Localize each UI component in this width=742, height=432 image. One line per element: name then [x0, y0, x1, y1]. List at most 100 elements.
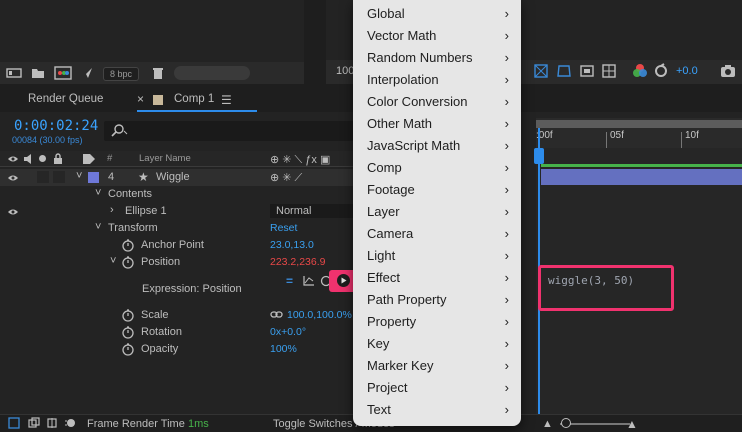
- bpc-button[interactable]: 8 bpc: [103, 67, 140, 81]
- stopwatch-icon[interactable]: [122, 326, 134, 339]
- cti-head[interactable]: [534, 148, 544, 164]
- menu-item-color-conversion[interactable]: Color Conversion ›: [353, 91, 521, 113]
- new-folder-icon[interactable]: [31, 67, 45, 79]
- layer-name[interactable]: Wiggle: [156, 171, 190, 183]
- reset-link[interactable]: Reset: [270, 222, 297, 234]
- stopwatch-icon[interactable]: [122, 256, 134, 269]
- layer-name-column-header[interactable]: Layer Name: [139, 153, 191, 164]
- zoom-dropdown[interactable]: 100: [336, 65, 354, 77]
- anchor-point-value[interactable]: 23.0,13.0: [270, 239, 314, 251]
- menu-item-camera[interactable]: Camera ›: [353, 223, 521, 245]
- scale-row[interactable]: Scale 100.0,100.0%: [0, 307, 354, 324]
- chevron-right-icon: ›: [504, 28, 509, 43]
- motion-blur-icon[interactable]: [64, 417, 76, 429]
- reset-exposure-icon[interactable]: [654, 63, 668, 79]
- anchor-point-row[interactable]: Anchor Point 23.0,13.0: [0, 237, 354, 254]
- menu-item-key[interactable]: Key ›: [353, 333, 521, 355]
- zoom-slider-thumb[interactable]: [561, 418, 571, 428]
- scale-value[interactable]: 100.0,100.0%: [287, 309, 352, 321]
- tab-render-queue[interactable]: Render Queue: [28, 93, 103, 105]
- trash-icon[interactable]: [152, 66, 164, 80]
- rotation-row[interactable]: Rotation 0x+0.0°: [0, 324, 354, 341]
- comp-flowchart-icon[interactable]: [8, 417, 20, 429]
- expression-text[interactable]: wiggle(3, 50): [548, 274, 634, 287]
- interpret-footage-icon[interactable]: [6, 67, 22, 79]
- tab-comp-1[interactable]: Comp 1: [174, 93, 214, 105]
- label-color-swatch[interactable]: [88, 172, 99, 183]
- graph-icon[interactable]: [303, 275, 315, 286]
- blend-mode-dropdown[interactable]: Normal: [270, 204, 354, 218]
- new-composition-icon[interactable]: [54, 66, 72, 80]
- chevron-down-icon[interactable]: ˅: [76, 170, 82, 182]
- zoom-in-mountain-icon[interactable]: ▲: [626, 417, 638, 431]
- ellipse-row[interactable]: › Ellipse 1 Normal: [0, 203, 354, 220]
- modes-icon[interactable]: [28, 417, 40, 429]
- transform-row[interactable]: ˅ Transform Reset: [0, 220, 354, 237]
- rotation-value[interactable]: 0x+0.0°: [270, 326, 306, 338]
- current-time-display[interactable]: 0:00:02:24: [14, 118, 98, 134]
- chevron-down-icon[interactable]: ˅: [95, 187, 101, 199]
- region-of-interest-icon[interactable]: [580, 64, 594, 78]
- menu-item-interpolation[interactable]: Interpolation ›: [353, 69, 521, 91]
- stopwatch-icon[interactable]: [122, 239, 134, 252]
- thumbnail-slider[interactable]: [174, 66, 250, 80]
- menu-item-comp[interactable]: Comp ›: [353, 157, 521, 179]
- constrain-proportions-link-icon[interactable]: [270, 310, 284, 320]
- layer-switches-icons[interactable]: ⊕ ✳ ⟋: [270, 171, 302, 185]
- opacity-value[interactable]: 100%: [270, 343, 297, 355]
- menu-item-label: Other Math: [367, 116, 433, 131]
- layer-search-input[interactable]: [104, 121, 354, 141]
- render-icon[interactable]: [80, 66, 94, 80]
- menu-item-vector-math[interactable]: Vector Math ›: [353, 25, 521, 47]
- menu-item-other-math[interactable]: Other Math ›: [353, 113, 521, 135]
- contents-row[interactable]: ˅ Contents: [0, 186, 354, 203]
- menu-item-light[interactable]: Light ›: [353, 245, 521, 267]
- position-row[interactable]: ˅ Position 223.2,236.9: [0, 254, 354, 271]
- zoom-out-mountain-icon[interactable]: ▲: [542, 418, 553, 430]
- work-area-bar[interactable]: [536, 120, 742, 128]
- video-visibility-icon[interactable]: [7, 173, 19, 183]
- menu-item-project[interactable]: Project ›: [353, 377, 521, 399]
- expression-field-highlight[interactable]: [538, 265, 674, 311]
- menu-item-marker-key[interactable]: Marker Key ›: [353, 355, 521, 377]
- shape-layer-star-icon: ★: [138, 170, 149, 184]
- chevron-right-icon: ›: [504, 336, 509, 351]
- layer-row-wiggle[interactable]: ˅ 4 ★ Wiggle ⊕ ✳ ⟋: [0, 169, 354, 186]
- chevron-right-icon: ›: [504, 182, 509, 197]
- guides-icon[interactable]: [602, 64, 616, 78]
- chevron-down-icon[interactable]: ˅: [110, 255, 116, 267]
- opacity-row[interactable]: Opacity 100%: [0, 341, 354, 358]
- position-value[interactable]: 223.2,236.9: [270, 256, 325, 268]
- menu-item-effect[interactable]: Effect ›: [353, 267, 521, 289]
- tab-menu-icon[interactable]: ☰: [221, 93, 232, 107]
- menu-item-layer[interactable]: Layer ›: [353, 201, 521, 223]
- stopwatch-icon[interactable]: [122, 309, 134, 322]
- expression-enable-icon[interactable]: =: [286, 274, 293, 288]
- menu-item-global[interactable]: Global ›: [353, 3, 521, 25]
- mask-visibility-icon[interactable]: [556, 64, 572, 78]
- stopwatch-icon[interactable]: [122, 343, 134, 356]
- project-toolbar: 8 bpc: [0, 62, 304, 84]
- solo-switch[interactable]: [37, 171, 49, 183]
- chevron-right-icon: ›: [504, 6, 509, 21]
- layer-duration-bar[interactable]: [541, 169, 742, 185]
- transparency-grid-icon[interactable]: [534, 64, 548, 78]
- chevron-down-icon[interactable]: ˅: [95, 221, 101, 233]
- menu-item-javascript-math[interactable]: JavaScript Math ›: [353, 135, 521, 157]
- menu-item-property[interactable]: Property ›: [353, 311, 521, 333]
- snapshot-camera-icon[interactable]: [720, 64, 736, 78]
- close-tab-icon[interactable]: ×: [137, 92, 144, 106]
- menu-item-text[interactable]: Text ›: [353, 399, 521, 421]
- menu-item-random-numbers[interactable]: Random Numbers ›: [353, 47, 521, 69]
- menu-item-path-property[interactable]: Path Property ›: [353, 289, 521, 311]
- channel-icon[interactable]: [632, 63, 648, 79]
- group-visibility-icon[interactable]: [7, 207, 19, 217]
- chevron-right-icon[interactable]: ›: [110, 204, 114, 216]
- graph-editor-icon[interactable]: [46, 417, 58, 429]
- exposure-value[interactable]: +0.0: [676, 65, 698, 77]
- expression-row[interactable]: = Expression: Position: [0, 270, 358, 297]
- menu-item-label: Random Numbers: [367, 50, 473, 65]
- menu-item-label: Marker Key: [367, 358, 434, 373]
- lock-switch[interactable]: [53, 171, 65, 183]
- menu-item-footage[interactable]: Footage ›: [353, 179, 521, 201]
